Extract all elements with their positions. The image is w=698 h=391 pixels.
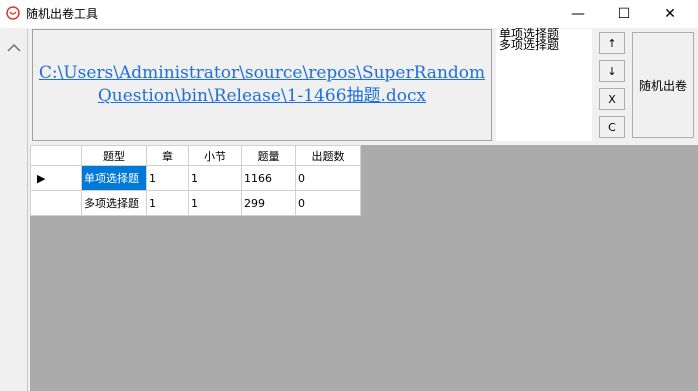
close-button[interactable]: ✕ bbox=[647, 0, 693, 28]
grid-header-row: 题型 章 小节 题量 出题数 bbox=[30, 145, 361, 166]
clear-button[interactable]: C bbox=[599, 116, 625, 138]
table-cell[interactable]: 1166 bbox=[241, 165, 296, 191]
table-cell[interactable]: 299 bbox=[241, 190, 296, 216]
minimize-button[interactable]: — bbox=[555, 0, 601, 28]
move-up-button[interactable]: ↑ bbox=[599, 32, 625, 54]
row-header-corner bbox=[30, 145, 82, 166]
question-grid[interactable]: 题型 章 小节 题量 出题数 ▶ 单项选择题 1 1 1166 0 多项选择题 … bbox=[30, 145, 698, 391]
window-title: 随机出卷工具 bbox=[26, 7, 99, 21]
table-cell[interactable]: 0 bbox=[295, 190, 361, 216]
row-indicator-icon[interactable]: ▶ bbox=[30, 165, 82, 191]
table-row[interactable]: ▶ 单项选择题 1 1 1166 0 bbox=[30, 165, 361, 191]
list-item[interactable]: 多项选择题 bbox=[496, 39, 592, 51]
random-paper-button[interactable]: 随机出卷 bbox=[632, 32, 694, 138]
table-cell[interactable]: 1 bbox=[146, 190, 189, 216]
move-down-button[interactable]: ↓ bbox=[599, 60, 625, 82]
column-header-chapter[interactable]: 章 bbox=[146, 145, 189, 166]
grid-table: 题型 章 小节 题量 出题数 ▶ 单项选择题 1 1 1166 0 多项选择题 … bbox=[30, 145, 361, 216]
left-collapse-panel[interactable] bbox=[1, 29, 28, 391]
column-header-type[interactable]: 题型 bbox=[81, 145, 147, 166]
row-header[interactable] bbox=[30, 190, 82, 216]
column-header-quantity[interactable]: 题量 bbox=[241, 145, 296, 166]
table-row[interactable]: 多项选择题 1 1 299 0 bbox=[30, 190, 361, 216]
title-bar: 随机出卷工具 — ☐ ✕ bbox=[0, 0, 698, 28]
question-type-list[interactable]: 单项选择题 多项选择题 bbox=[496, 28, 592, 141]
file-path-panel: C:\Users\Administrator\source\repos\Supe… bbox=[32, 29, 492, 141]
table-cell[interactable]: 1 bbox=[188, 165, 242, 191]
delete-button[interactable]: X bbox=[599, 88, 625, 110]
table-cell[interactable]: 多项选择题 bbox=[81, 190, 147, 216]
maximize-button[interactable]: ☐ bbox=[601, 0, 647, 28]
app-icon bbox=[6, 6, 20, 20]
column-header-section[interactable]: 小节 bbox=[188, 145, 242, 166]
column-header-output-count[interactable]: 出题数 bbox=[295, 145, 361, 166]
table-cell[interactable]: 0 bbox=[295, 165, 361, 191]
chevron-up-icon[interactable] bbox=[5, 41, 23, 55]
table-cell[interactable]: 1 bbox=[146, 165, 189, 191]
file-path-link[interactable]: C:\Users\Administrator\source\repos\Supe… bbox=[33, 62, 491, 108]
table-cell[interactable]: 单项选择题 bbox=[81, 165, 147, 191]
table-cell[interactable]: 1 bbox=[188, 190, 242, 216]
